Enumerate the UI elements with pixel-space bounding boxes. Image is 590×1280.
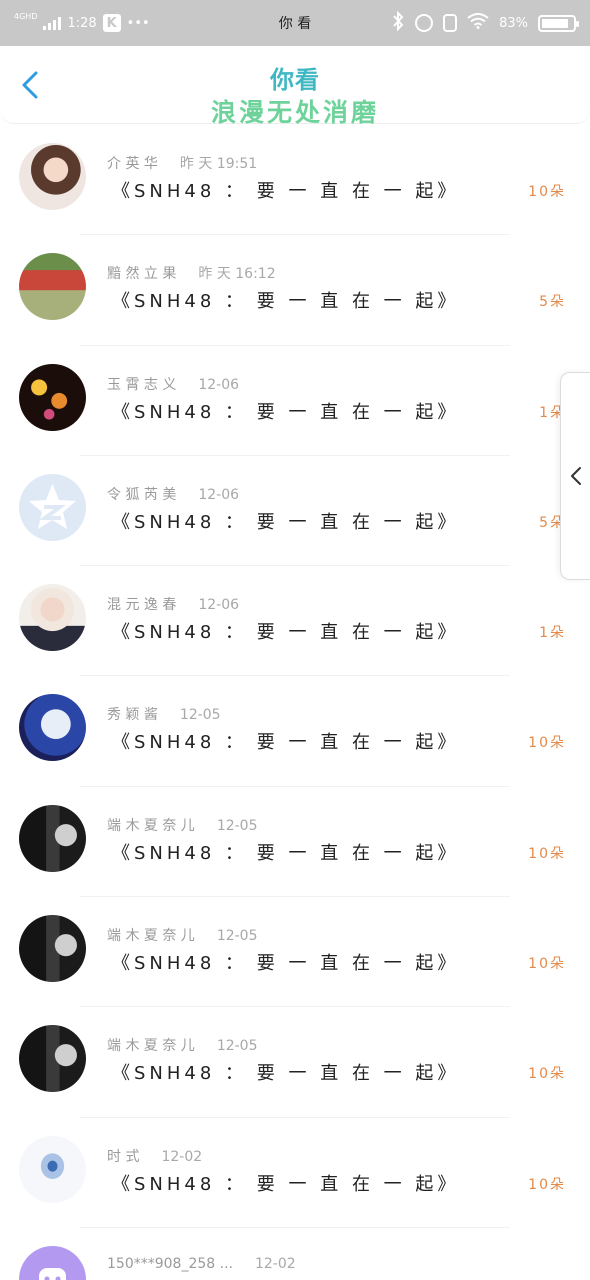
sender-meta: 150***908_258 ... 12-02 bbox=[107, 1256, 296, 1272]
sender-meta: 时 式 12-02 bbox=[107, 1146, 202, 1166]
flower-count: 10朵 bbox=[528, 1066, 566, 1083]
sender-meta: 黯 然 立 果 昨 天 16:12 bbox=[107, 263, 276, 283]
flower-count: 10朵 bbox=[528, 1176, 566, 1193]
page-subtitle: 浪漫无处消磨 bbox=[210, 98, 379, 127]
gift-record-row[interactable]: 秀 颖 酱 12-05 《SNH48 ： 要 一 直 在 一 起》 10朵 bbox=[0, 676, 590, 787]
gift-record-row[interactable]: 混 元 逸 春 12-06 《SNH48 ： 要 一 直 在 一 起》 1朵 bbox=[0, 566, 590, 677]
flower-count: 10朵 bbox=[528, 845, 566, 862]
gift-record-row[interactable]: 端 木 夏 奈 儿 12-05 《SNH48 ： 要 一 直 在 一 起》 10朵 bbox=[0, 787, 590, 898]
battery-percent: 83% bbox=[499, 15, 528, 31]
sender-name: 时 式 bbox=[107, 1148, 140, 1165]
avatar[interactable] bbox=[19, 143, 86, 210]
gift-record-row[interactable]: 端 木 夏 奈 儿 12-05 《SNH48 ： 要 一 直 在 一 起》 10朵 bbox=[0, 897, 590, 1008]
gift-title: 《SNH48 ： 要 一 直 在 一 起》 bbox=[112, 511, 460, 533]
flower-count: 5朵 bbox=[539, 294, 566, 311]
send-time: 12-05 bbox=[179, 707, 221, 724]
avatar[interactable] bbox=[19, 363, 86, 431]
sender-name: 混 元 逸 春 bbox=[107, 597, 177, 614]
sender-meta: 端 木 夏 奈 儿 12-05 bbox=[107, 925, 258, 945]
flower-count: 1朵 bbox=[539, 625, 566, 642]
status-time: 1:28 bbox=[67, 15, 97, 31]
gift-title: 《SNH48 ： 要 一 直 在 一 起》 bbox=[112, 291, 460, 313]
avatar[interactable] bbox=[19, 804, 86, 872]
avatar[interactable] bbox=[19, 253, 86, 321]
flower-count: 10朵 bbox=[528, 735, 566, 752]
avatar[interactable] bbox=[19, 915, 86, 983]
sender-name: 黯 然 立 果 bbox=[107, 266, 177, 283]
gift-record-row[interactable]: 玉 霄 志 义 12-06 《SNH48 ： 要 一 直 在 一 起》 1朵 bbox=[0, 346, 590, 456]
sender-name: 玉 霄 志 义 bbox=[107, 376, 177, 393]
gift-record-row[interactable]: 黯 然 立 果 昨 天 16:12 《SNH48 ： 要 一 直 在 一 起》 5朵 bbox=[0, 235, 590, 346]
send-time: 昨 天 16:12 bbox=[198, 266, 276, 283]
side-drawer-handle[interactable] bbox=[560, 372, 590, 580]
gift-record-row[interactable]: 端 木 夏 奈 儿 12-05 《SNH48 ： 要 一 直 在 一 起》 10朵 bbox=[0, 1007, 590, 1118]
battery-icon bbox=[538, 14, 579, 32]
avatar[interactable] bbox=[19, 473, 86, 541]
sender-name: 令 狐 芮 美 bbox=[107, 486, 177, 503]
gift-title: 《SNH48 ： 要 一 直 在 一 起》 bbox=[112, 1173, 460, 1195]
more-dots: ••• bbox=[126, 15, 150, 31]
avatar[interactable] bbox=[19, 694, 86, 762]
gift-title: 《SNH48 ： 要 一 直 在 一 起》 bbox=[112, 953, 460, 975]
vibrate-icon bbox=[443, 14, 458, 32]
flower-count: 10朵 bbox=[528, 184, 566, 200]
gift-record-row[interactable]: 150***908_258 ... 12-02 bbox=[0, 1228, 590, 1280]
sender-name: 150***908_258 ... bbox=[107, 1255, 233, 1272]
gift-title: 《SNH48 ： 要 一 直 在 一 起》 bbox=[112, 181, 460, 202]
sender-meta: 端 木 夏 奈 儿 12-05 bbox=[107, 1035, 258, 1055]
avatar[interactable] bbox=[19, 1245, 86, 1280]
sender-name: 端 木 夏 奈 儿 bbox=[107, 817, 195, 834]
send-time: 昨 天 19:51 bbox=[179, 156, 258, 172]
gift-title: 《SNH48 ： 要 一 直 在 一 起》 bbox=[112, 1063, 460, 1085]
sender-name: 秀 颖 酱 bbox=[107, 707, 158, 724]
sender-meta: 介 英 华 昨 天 19:51 bbox=[107, 153, 257, 173]
send-time: 12-06 bbox=[198, 486, 240, 503]
signal-icon bbox=[43, 16, 62, 30]
wifi-icon bbox=[467, 13, 489, 33]
gift-record-row[interactable]: 时 式 12-02 《SNH48 ： 要 一 直 在 一 起》 10朵 bbox=[0, 1118, 590, 1228]
gift-title: 《SNH48 ： 要 一 直 在 一 起》 bbox=[112, 401, 460, 423]
top-bar: 你看 浪漫无处消磨 bbox=[0, 46, 590, 127]
avatar[interactable] bbox=[19, 584, 86, 652]
sender-meta: 令 狐 芮 美 12-06 bbox=[107, 484, 239, 504]
page-title: 你看 bbox=[270, 66, 320, 94]
sender-name: 端 木 夏 奈 儿 bbox=[107, 1038, 195, 1055]
gift-record-row[interactable]: 令 狐 芮 美 12-06 《SNH48 ： 要 一 直 在 一 起》 5朵 bbox=[0, 456, 590, 567]
alarm-icon bbox=[415, 14, 434, 32]
gift-record-list: 介 英 华昨 天 19:51 《SNH48 ： 要 一 直 在 一 起》 10朵黯 … bbox=[0, 125, 590, 1280]
send-time: 12-05 bbox=[216, 817, 258, 834]
gift-record-row[interactable]: 介 英 华 昨 天 19:51 《SNH48 ： 要 一 直 在 一 起》 10朵 bbox=[0, 125, 590, 236]
gift-title: 《SNH48 ： 要 一 直 在 一 起》 bbox=[112, 622, 460, 644]
network-type: 4GHD bbox=[14, 12, 38, 21]
send-time: 12-06 bbox=[198, 376, 240, 393]
status-bar: 4GHD 1:28 K ••• 你 看 83% bbox=[0, 0, 590, 46]
sender-meta: 混 元 逸 春 12-06 bbox=[107, 594, 239, 614]
sender-meta: 玉 霄 志 义 12-06 bbox=[107, 374, 239, 394]
send-time: 12-02 bbox=[161, 1148, 203, 1165]
flower-count: 10朵 bbox=[528, 956, 566, 973]
chevron-left-icon bbox=[570, 467, 581, 485]
sender-meta: 端 木 夏 奈 儿 12-05 bbox=[107, 815, 258, 835]
gift-title: 《SNH48 ： 要 一 直 在 一 起》 bbox=[112, 842, 460, 864]
sender-name: 端 木 夏 奈 儿 bbox=[107, 928, 195, 945]
avatar[interactable] bbox=[19, 1135, 86, 1203]
status-center-text: 你 看 bbox=[278, 16, 312, 32]
gift-title: 《SNH48 ： 要 一 直 在 一 起》 bbox=[112, 732, 460, 754]
send-time: 12-05 bbox=[216, 1038, 258, 1055]
send-time: 12-06 bbox=[198, 597, 240, 614]
sender-meta: 秀 颖 酱 12-05 bbox=[107, 704, 221, 724]
send-time: 12-02 bbox=[254, 1255, 296, 1272]
bluetooth-icon bbox=[391, 10, 405, 35]
sender-name: 介 英 华 bbox=[107, 156, 158, 172]
avatar[interactable] bbox=[19, 1025, 86, 1093]
app-k-icon: K bbox=[102, 14, 121, 32]
send-time: 12-05 bbox=[216, 928, 258, 945]
